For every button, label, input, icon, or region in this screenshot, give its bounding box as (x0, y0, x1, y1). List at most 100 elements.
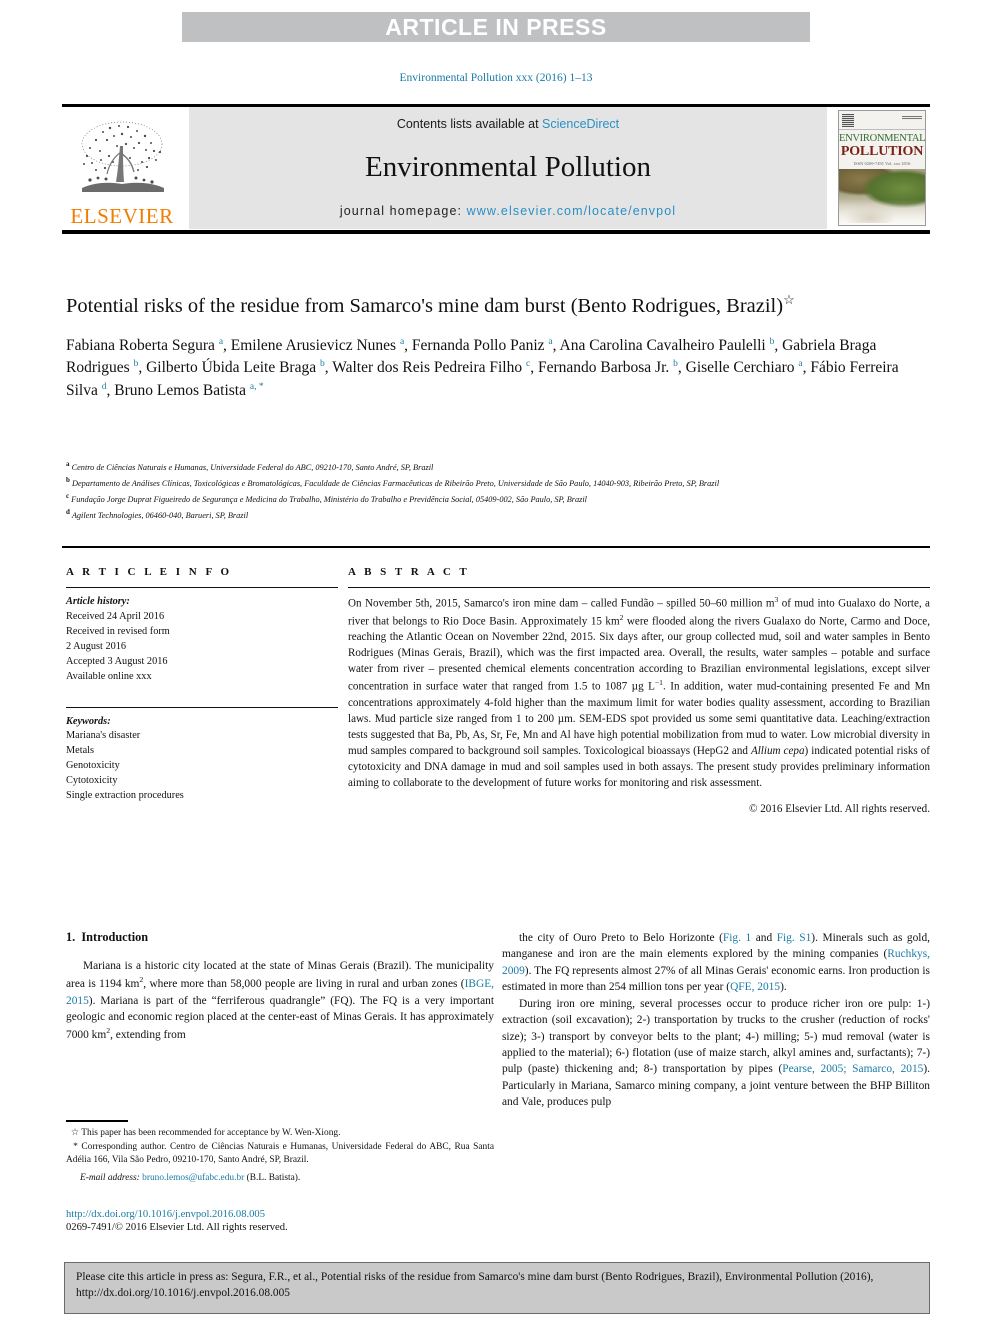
contents-prefix: Contents lists available at (396, 117, 543, 131)
article-info-heading: A R T I C L E I N F O (66, 566, 233, 578)
author-list: Fabiana Roberta Segura a, Emilene Arusie… (66, 336, 899, 399)
article-history-item: Received in revised form (66, 625, 170, 637)
elsevier-tree-icon (81, 121, 164, 192)
homepage-prefix: journal homepage: (339, 204, 467, 218)
author-name: Fernanda Pollo Paniz (411, 336, 549, 354)
journal-cover-container: ENVIRONMENTAL POLLUTION ISSN 0269-7491 V… (834, 107, 930, 229)
keyword-item: Single extraction procedures (66, 790, 184, 802)
footnote-corr-marker: * (73, 1141, 78, 1152)
figure-link[interactable]: Fig. 1 (723, 932, 751, 944)
keywords-label: Keywords: (66, 715, 111, 727)
affiliation-marker: d (66, 507, 70, 516)
elsevier-logo: ELSEVIER (62, 107, 182, 229)
affiliation-item: c Fundação Jorge Duprat Figueiredo de Se… (66, 491, 587, 504)
doi-link[interactable]: http://dx.doi.org/10.1016/j.envpol.2016.… (66, 1209, 494, 1220)
article-history-block: Article history: Received 24 April 2016 R… (66, 595, 338, 685)
author-affiliation-marker: c (525, 359, 531, 370)
cover-river-shape (845, 197, 907, 223)
elsevier-wordmark: ELSEVIER (70, 204, 174, 228)
keywords-rule (66, 706, 338, 708)
page-title: Potential risks of the residue from Sama… (66, 292, 928, 320)
cover-landscape-photo (839, 169, 925, 225)
author-name: Giselle Cerchiaro (685, 359, 799, 377)
journal-cover-thumbnail: ENVIRONMENTAL POLLUTION ISSN 0269-7491 V… (838, 110, 926, 226)
keyword-item: Cytotoxicity (66, 775, 118, 787)
article-info-rule (66, 587, 338, 588)
figure-link[interactable]: Fig. S1 (777, 932, 812, 944)
footnote-separator-rule (66, 1120, 128, 1122)
intro-paragraph-right-1: the city of Ouro Preto to Belo Horizonte… (502, 932, 931, 994)
author-affiliation-marker: b (133, 359, 139, 370)
section-heading-introduction: 1. Introduction (66, 930, 494, 945)
affiliation-item: b Departamento de Análises Clínicas, Tox… (66, 475, 720, 488)
article-history-label: Article history: (66, 596, 130, 607)
body-column-left: 1. Introduction Mariana is a historic ci… (66, 930, 494, 1111)
affiliation-marker: b (66, 475, 70, 484)
author-name: Fernando Barbosa Jr. (537, 359, 674, 377)
body-columns: 1. Introduction Mariana is a historic ci… (66, 930, 930, 1111)
citation-request-box: Please cite this article in press as: Se… (64, 1262, 930, 1314)
abstract-column: A B S T R A C T On November 5th, 2015, S… (338, 566, 930, 815)
email-address-label: E-mail address: (80, 1172, 140, 1183)
author-name: Ana Carolina Cavalheiro Paulelli (559, 336, 770, 354)
article-history-items: Received 24 April 2016 Received in revise… (66, 610, 338, 685)
author-name: Gilberto Úbida Leite Braga (146, 359, 320, 377)
footnotes-block: ☆ This paper has been recommended for ac… (66, 1120, 494, 1185)
intro-paragraph-right-2: During iron ore mining, several processe… (502, 997, 931, 1109)
affiliation-list: a Centro de Ciências Naturais e Humanas,… (66, 459, 928, 523)
paper-title-text: Potential risks of the residue from Sama… (66, 294, 784, 317)
article-in-press-banner: ARTICLE IN PRESS (182, 12, 810, 42)
citation-link[interactable]: Pearse, 2005; Samarco, 2015 (782, 1063, 923, 1075)
unit-superscript: 2 (106, 1026, 111, 1036)
journal-reference-line: Environmental Pollution xxx (2016) 1–13 (399, 72, 593, 84)
cover-barcode-right-icon (902, 116, 922, 120)
footnote-email-line: E-mail address: bruno.lemos@ufabc.edu.br… (80, 1172, 494, 1185)
body-column-right: the city of Ouro Preto to Belo Horizonte… (502, 930, 930, 1111)
author-name: Walter dos Reis Pedreira Filho (332, 359, 526, 377)
issn-copyright-line: 0269-7491/© 2016 Elsevier Ltd. All right… (66, 1222, 288, 1233)
affiliation-marker: a (66, 460, 70, 468)
article-history-item: Accepted 3 August 2016 (66, 655, 168, 667)
contents-list-line: Contents lists available at ScienceDirec… (397, 117, 619, 131)
cover-title-line2: POLLUTION (840, 144, 924, 159)
journal-title: Environmental Pollution (365, 151, 651, 183)
masthead-center: Contents lists available at ScienceDirec… (189, 107, 827, 229)
abstract-superscript: −1 (654, 678, 663, 688)
author-affiliation-marker: b (769, 336, 775, 347)
keyword-item: Metals (66, 745, 95, 757)
affiliation-marker: c (66, 491, 70, 500)
footnote-star: ☆ This paper has been recommended for ac… (66, 1127, 494, 1140)
abstract-section-top-rule (62, 546, 930, 548)
article-in-press-label: ARTICLE IN PRESS (385, 13, 607, 40)
citation-link[interactable]: IBGE, 2015 (66, 978, 494, 1006)
author-affiliation-marker: b (319, 359, 325, 370)
intro-paragraph-left: Mariana is a historic city located at th… (66, 960, 495, 1042)
cover-subtitle: ISSN 0269-7491 Vol. xxx 2016 (853, 161, 911, 166)
abstract-rule (348, 587, 930, 588)
author-affiliation-marker: a (798, 359, 803, 370)
sciencedirect-link[interactable]: ScienceDirect (542, 117, 619, 131)
keyword-item: Mariana's disaster (66, 730, 141, 742)
cover-barcode-left-icon (842, 114, 854, 127)
cover-title-line1: ENVIRONMENTAL (839, 133, 926, 144)
author-name: Bruno Lemos Batista (114, 381, 250, 399)
section-number: 1. (66, 930, 76, 944)
author-name: Fabiana Roberta Segura (66, 336, 219, 354)
author-affiliation-marker: d (101, 381, 107, 392)
citation-link[interactable]: Ruchkys, 2009 (502, 948, 930, 976)
unit-superscript: 2 (139, 975, 144, 985)
title-footnote-marker: ☆ (783, 292, 795, 307)
title-and-authors: Potential risks of the residue from Sama… (66, 292, 928, 403)
footnote-corresponding: * Corresponding author. Centro de Ciênci… (66, 1141, 494, 1168)
abstract-superscript: 3 (774, 595, 779, 604)
abstract-copyright: © 2016 Elsevier Ltd. All rights reserved… (749, 802, 930, 815)
article-history-item: 2 August 2016 (66, 640, 127, 652)
corresponding-author-email[interactable]: bruno.lemos@ufabc.edu.br (142, 1173, 244, 1183)
abstract-superscript: 2 (619, 612, 624, 622)
citation-link[interactable]: QFE, 2015 (730, 981, 780, 993)
journal-homepage-link[interactable]: www.elsevier.com/locate/envpol (467, 204, 676, 218)
keyword-item: Genotoxicity (66, 760, 120, 772)
masthead-bottom-rule (62, 230, 930, 234)
citation-text: Please cite this article in press as: Se… (76, 1271, 874, 1299)
keywords-block: Keywords: Mariana's disaster Metals Genoto… (66, 706, 338, 805)
